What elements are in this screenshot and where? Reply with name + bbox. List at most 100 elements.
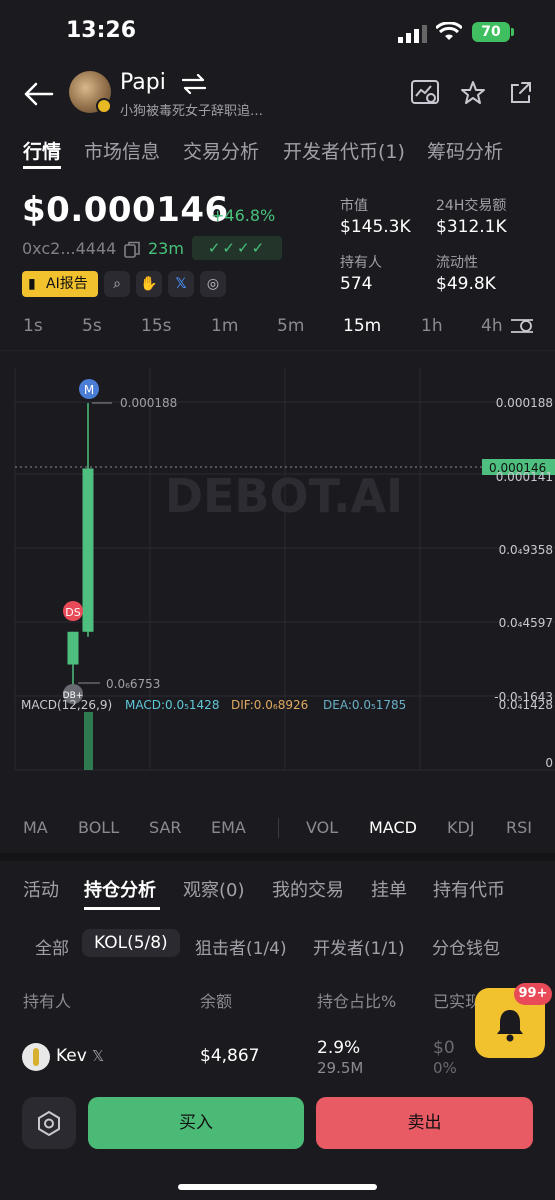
low-price-label: 0.0₆6753: [106, 677, 160, 691]
chart-share-icon[interactable]: [411, 80, 439, 106]
dea-value: DEA:0.0₅1785: [323, 698, 406, 712]
indicator-ma[interactable]: MA: [23, 818, 48, 837]
candle-layer: [67, 403, 94, 686]
home-indicator: [178, 1184, 377, 1190]
axis-label: 0.000188: [496, 396, 553, 410]
holder-name[interactable]: Kev: [56, 1046, 87, 1066]
tab-trade-analysis[interactable]: 交易分析: [183, 137, 259, 164]
hand-icon[interactable]: ✋: [136, 271, 162, 297]
column-header-holder[interactable]: 持有人: [23, 988, 71, 1012]
sell-button[interactable]: 卖出: [316, 1097, 533, 1149]
buy-button[interactable]: 买入: [88, 1097, 304, 1149]
indicator-vol[interactable]: VOL: [306, 818, 338, 837]
star-icon[interactable]: [460, 80, 486, 106]
filter-developers[interactable]: 开发者(1/1): [313, 934, 405, 959]
signal-icon: [398, 25, 427, 43]
tab-orders[interactable]: 挂单: [371, 876, 407, 902]
holder-share: 2.9%: [317, 1038, 361, 1058]
token-subtitle: 小狗被毒死女子辞职追…: [120, 104, 264, 119]
macd-title: MACD(12,26,9): [21, 698, 112, 712]
tab-dev-tokens[interactable]: 开发者代币(1): [283, 137, 405, 164]
token-age: 23m: [148, 239, 184, 258]
timeframe-1m[interactable]: 1m: [211, 316, 238, 336]
tab-activity[interactable]: 活动: [23, 876, 59, 902]
section-divider: [0, 853, 555, 861]
filter-split-wallets[interactable]: 分仓钱包: [432, 934, 500, 959]
timeframe-4h[interactable]: 4h: [481, 316, 505, 336]
column-header-share[interactable]: 持仓占比%: [317, 988, 396, 1012]
external-link-icon[interactable]: [508, 80, 534, 106]
swap-icon[interactable]: [181, 74, 207, 94]
holder-realized: $0: [433, 1038, 455, 1058]
dif-value: DIF:0.0₆8926: [231, 698, 308, 712]
macd-value: MACD:0.0₅1428: [125, 698, 219, 712]
stat-label-mcap: 市值: [340, 198, 368, 214]
holder-avatar: [22, 1043, 50, 1071]
timeframe-1s[interactable]: 1s: [23, 316, 43, 336]
back-arrow-icon[interactable]: [24, 82, 54, 106]
stat-value-liquidity: $49.8K: [436, 274, 496, 294]
tab-holdings-analysis[interactable]: 持仓分析: [84, 876, 156, 902]
tab-held-tokens[interactable]: 持有代币: [433, 876, 505, 902]
axis-label: 0.0₄1428: [499, 698, 553, 712]
candle-body[interactable]: [67, 631, 79, 665]
holder-balance: $4,867: [200, 1046, 260, 1066]
price-change: +46.8%: [211, 206, 276, 225]
tab-market-info[interactable]: 市场信息: [84, 137, 160, 164]
filter-snipers[interactable]: 狙击者(1/4): [195, 934, 287, 959]
timeframe-1h[interactable]: 1h: [421, 316, 443, 336]
tab-market[interactable]: 行情: [23, 137, 61, 164]
ai-report-button[interactable]: ▮ AI报告: [22, 271, 98, 297]
axis-label: 0.0₄9358: [499, 543, 553, 557]
indicator-boll[interactable]: BOLL: [78, 818, 119, 837]
search-icon[interactable]: ⌕: [104, 271, 130, 297]
tab-chip-analysis[interactable]: 筹码分析: [427, 137, 503, 164]
high-price-label: 0.000188: [120, 396, 177, 410]
active-subtab-underline: [84, 907, 160, 910]
contract-address[interactable]: 0xc2...4444: [22, 239, 116, 258]
timeframe-15s[interactable]: 15s: [141, 316, 172, 336]
chart-watermark: DEBOT.AI: [165, 469, 403, 523]
indicator-divider: [278, 818, 279, 838]
hexagon-settings-icon: [38, 1110, 60, 1137]
timeframe-15m[interactable]: 15m: [343, 316, 381, 336]
token-name: Papi: [120, 70, 166, 95]
tab-my-trades[interactable]: 我的交易: [272, 876, 344, 902]
stat-label-holders: 持有人: [340, 255, 382, 271]
stat-value-mcap: $145.3K: [340, 217, 411, 237]
x-twitter-icon[interactable]: 𝕏: [168, 271, 194, 297]
wifi-icon: [436, 22, 462, 40]
filter-all[interactable]: 全部: [35, 934, 69, 959]
battery-tip: [511, 28, 514, 36]
indicator-macd[interactable]: MACD: [369, 818, 417, 837]
trade-settings-button[interactable]: [22, 1097, 76, 1149]
candle-body[interactable]: [82, 468, 94, 632]
holder-realized-pct: 0%: [433, 1059, 457, 1077]
stat-label-liquidity: 流动性: [436, 255, 478, 271]
token-price: $0.000146: [22, 190, 229, 230]
indicator-kdj[interactable]: KDJ: [447, 818, 475, 837]
stat-label-volume: 24H交易额: [436, 198, 507, 214]
column-header-realized[interactable]: 已实现: [433, 988, 475, 1012]
x-twitter-icon[interactable]: 𝕏: [92, 1047, 104, 1065]
globe-icon[interactable]: ◎: [200, 271, 226, 297]
copy-icon[interactable]: [124, 241, 140, 259]
ai-report-label: AI报告: [46, 276, 88, 292]
verified-badge-icon: [96, 98, 112, 114]
tab-watch[interactable]: 观察(0): [183, 876, 245, 902]
holder-amount: 29.5M: [317, 1059, 364, 1077]
price-chart[interactable]: DEBOT.AI 0.000146 0.000188 0.0₆6753 M DS…: [0, 350, 555, 775]
stat-value-holders: 574: [340, 274, 373, 294]
column-header-balance[interactable]: 余额: [200, 988, 232, 1012]
security-checks-badge[interactable]: ✓✓✓✓: [192, 236, 282, 260]
book-icon: ▮: [28, 276, 36, 292]
marker-m-label: M: [84, 383, 94, 397]
marker-ds-label: DS: [65, 606, 80, 619]
chart-settings-icon[interactable]: [509, 314, 535, 338]
timeframe-5m[interactable]: 5m: [277, 316, 304, 336]
indicator-ema[interactable]: EMA: [211, 818, 246, 837]
indicator-sar[interactable]: SAR: [149, 818, 182, 837]
filter-kol[interactable]: KOL(5/8): [82, 929, 180, 957]
indicator-rsi[interactable]: RSI: [506, 818, 532, 837]
timeframe-5s[interactable]: 5s: [82, 316, 102, 336]
